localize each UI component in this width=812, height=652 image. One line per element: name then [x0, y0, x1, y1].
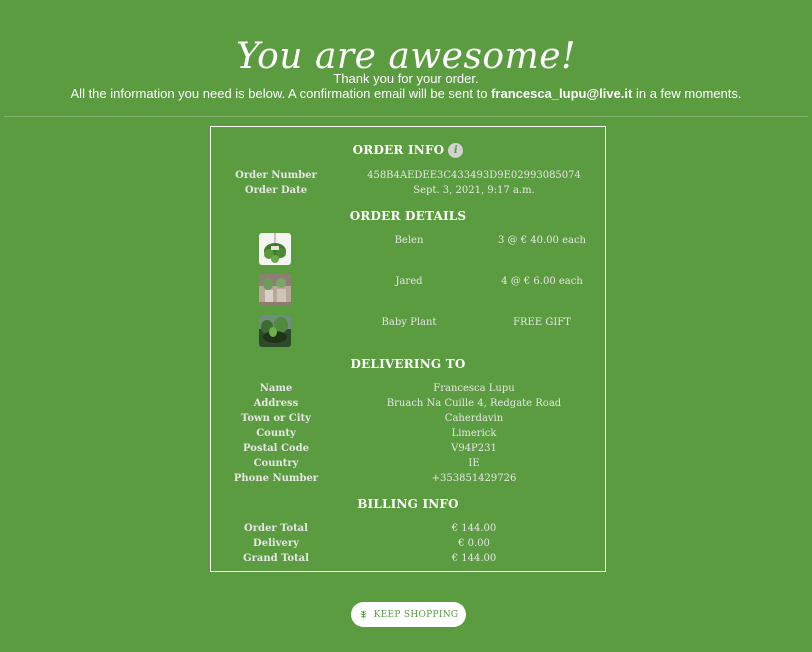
info-suffix: in a few moments. — [632, 86, 742, 101]
order-date-value: Sept. 3, 2021, 9:17 a.m. — [413, 185, 535, 196]
leaf-icon — [360, 610, 366, 619]
order-item: Jared 4 @ € 6.00 each — [211, 274, 605, 306]
header-divider — [4, 116, 808, 117]
delivery-label: Address — [253, 398, 299, 409]
delivery-label: Country — [253, 458, 299, 469]
info-prefix: All the information you need is below. A… — [70, 86, 492, 101]
order-number-label: Order Number — [235, 170, 317, 181]
delivery-label: Town or City — [241, 413, 311, 424]
order-number-value: 458B4AEDEE3C433493D9E02993085074 — [367, 170, 581, 181]
billing-value: € 144.00 — [451, 553, 497, 564]
order-item: Baby Plant FREE GIFT — [211, 315, 605, 347]
keep-shopping-label: KEEP SHOPPING — [373, 609, 459, 620]
billing-label: Delivery — [253, 538, 299, 549]
item-quantity-price: FREE GIFT — [513, 317, 571, 328]
billing-label: Order Total — [244, 523, 308, 534]
potted-plant-thumbnail[interactable] — [259, 274, 291, 306]
delivery-label: Postal Code — [243, 443, 309, 454]
order-details-heading: ORDER DETAILS — [349, 209, 467, 223]
keep-shopping-button[interactable]: KEEP SHOPPING — [351, 602, 466, 627]
seedling-thumbnail[interactable] — [259, 315, 291, 347]
billing-info-heading: BILLING INFO — [357, 497, 459, 511]
delivery-label: Phone Number — [233, 473, 319, 484]
delivery-value: V94P231 — [451, 443, 497, 454]
order-summary-panel: ORDER INFO i Order Number 458B4AEDEE3C433… — [210, 126, 606, 572]
billing-label: Grand Total — [243, 553, 309, 564]
delivery-value: Caherdavin — [444, 413, 504, 424]
billing-value: € 0.00 — [458, 538, 490, 549]
item-name: Belen — [394, 235, 424, 246]
order-item: Belen 3 @ € 40.00 each — [211, 233, 605, 265]
order-info-title: ORDER INFO — [352, 143, 445, 157]
delivery-value: Francesca Lupu — [433, 383, 515, 394]
delivery-value: IE — [468, 458, 480, 469]
hanging-plant-thumbnail[interactable] — [259, 233, 291, 265]
item-quantity-price: 3 @ € 40.00 each — [498, 235, 586, 246]
info-icon[interactable]: i — [448, 143, 464, 158]
confirmation-line: All the information you need is below. A… — [0, 86, 812, 101]
item-name: Jared — [395, 276, 423, 287]
order-date-label: Order Date — [244, 185, 308, 196]
billing-value: € 144.00 — [451, 523, 497, 534]
item-name: Baby Plant — [381, 317, 437, 328]
item-quantity-price: 4 @ € 6.00 each — [501, 276, 583, 287]
thank-you-message: Thank you for your order. All the inform… — [0, 71, 812, 101]
thanks-line: Thank you for your order. — [333, 71, 479, 86]
delivery-value: Limerick — [451, 428, 497, 439]
delivery-label: Name — [259, 383, 293, 394]
customer-email: francesca_lupu@live.it — [491, 86, 633, 101]
delivering-to-heading: DELIVERING TO — [350, 357, 466, 371]
order-info-heading: ORDER INFO i — [211, 143, 605, 158]
delivery-value: +353851429726 — [431, 473, 517, 484]
delivery-label: County — [256, 428, 296, 439]
delivery-value: Bruach Na Cuille 4, Redgate Road — [386, 398, 562, 409]
